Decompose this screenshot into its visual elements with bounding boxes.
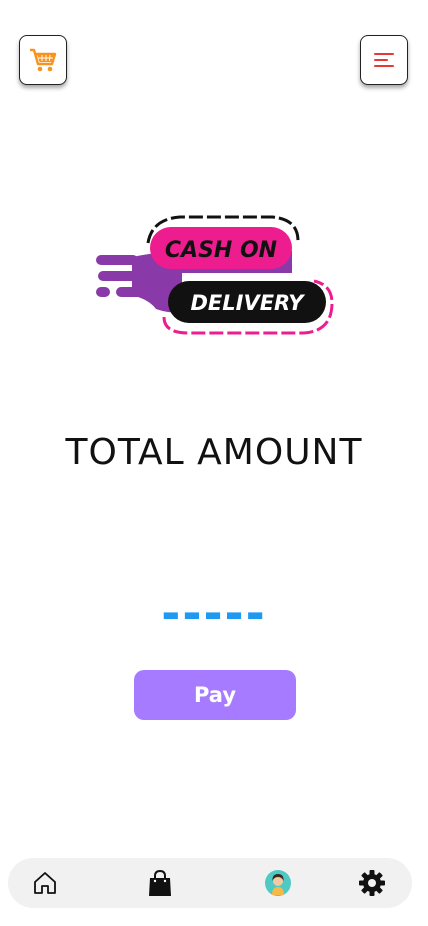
hamburger-menu-icon bbox=[374, 53, 394, 67]
total-amount-label: TOTAL AMOUNT bbox=[65, 432, 363, 473]
cart-button[interactable] bbox=[19, 35, 67, 85]
payment-screen: CASH ON DELIVERY TOTAL AMOUNT ----- Pay bbox=[0, 0, 428, 926]
home-icon bbox=[34, 872, 56, 894]
pay-button[interactable]: Pay bbox=[134, 670, 296, 720]
logo-text-delivery: DELIVERY bbox=[190, 291, 305, 315]
shopping-bag-icon bbox=[149, 869, 171, 896]
bottom-navigation bbox=[8, 858, 412, 908]
menu-button[interactable] bbox=[360, 35, 408, 85]
profile-avatar-icon bbox=[265, 870, 291, 896]
total-amount-value: ----- bbox=[161, 586, 267, 640]
logo-text-cash-on: CASH ON bbox=[165, 238, 277, 263]
settings-gear-icon bbox=[359, 870, 385, 896]
nav-home[interactable] bbox=[30, 868, 60, 898]
nav-shop[interactable] bbox=[145, 868, 175, 898]
cash-on-delivery-logo: CASH ON DELIVERY bbox=[96, 215, 334, 335]
nav-profile[interactable] bbox=[263, 868, 293, 898]
nav-settings[interactable] bbox=[357, 868, 387, 898]
shopping-cart-icon bbox=[30, 48, 57, 72]
